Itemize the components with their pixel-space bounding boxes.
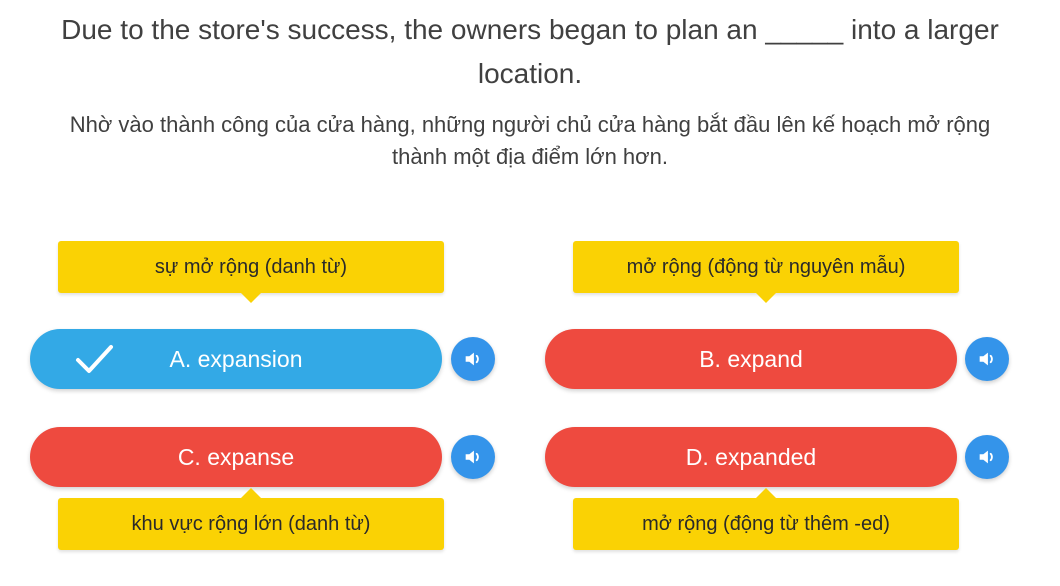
- speaker-icon: [465, 352, 479, 366]
- option-label: D. expanded: [685, 443, 817, 470]
- audio-button-option-d[interactable]: [965, 435, 1009, 479]
- audio-button-option-b[interactable]: [965, 337, 1009, 381]
- hint-pointer: [756, 488, 776, 498]
- question-translation: Nhờ vào thành công của cửa hàng, những n…: [69, 112, 991, 169]
- option-label: A. expansion: [169, 345, 303, 372]
- hint-label: khu vực rộng lớn (danh từ): [131, 512, 371, 535]
- question-text: Due to the store's success, the owners b…: [61, 14, 999, 89]
- hint-pointer: [756, 293, 776, 303]
- audio-button-option-c[interactable]: [451, 435, 495, 479]
- hint-pointer: [241, 293, 261, 303]
- hint-label: sự mở rộng (danh từ): [154, 255, 348, 278]
- speaker-icon: [979, 352, 993, 366]
- hint-label: mở rộng (động từ nguyên mẫu): [626, 255, 906, 278]
- checkmark-icon: [76, 345, 113, 373]
- hint-pointer: [241, 488, 261, 498]
- hint-option-d: mở rộng (động từ thêm -ed): [573, 488, 959, 550]
- option-label: C. expanse: [177, 443, 295, 470]
- hint-option-a: sự mở rộng (danh từ): [58, 241, 444, 303]
- hint-option-c: khu vực rộng lớn (danh từ): [58, 488, 444, 550]
- speaker-icon: [465, 450, 479, 464]
- audio-button-option-a[interactable]: [451, 337, 495, 381]
- option-d-button[interactable]: D. expanded: [545, 427, 957, 487]
- hint-label: mở rộng (động từ thêm -ed): [642, 512, 890, 535]
- hint-option-b: mở rộng (động từ nguyên mẫu): [573, 241, 959, 303]
- option-label: B. expand: [699, 345, 803, 372]
- speaker-icon: [979, 450, 993, 464]
- option-a-button[interactable]: A. expansion: [30, 329, 442, 389]
- option-b-button[interactable]: B. expand: [545, 329, 957, 389]
- option-c-button[interactable]: C. expanse: [30, 427, 442, 487]
